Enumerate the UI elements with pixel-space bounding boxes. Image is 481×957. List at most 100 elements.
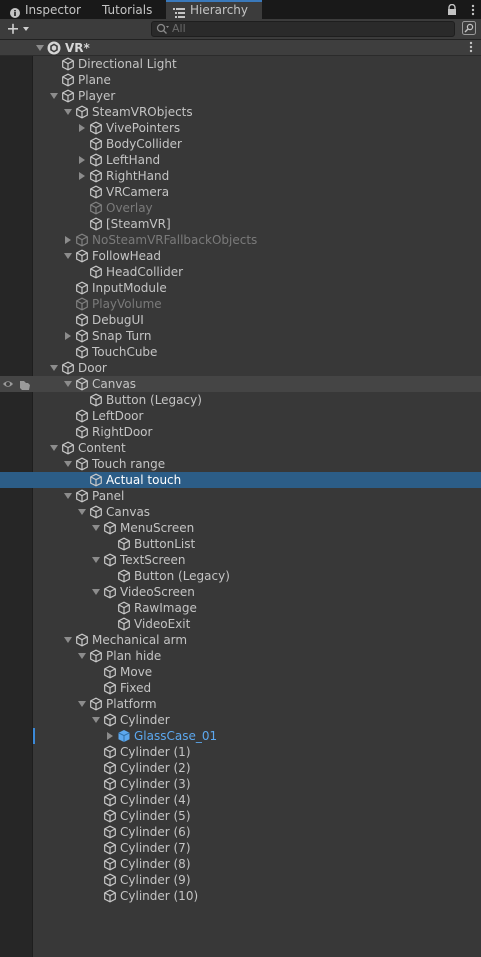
hierarchy-row-label: Plane bbox=[78, 73, 111, 87]
hierarchy-row[interactable]: VRCamera bbox=[0, 184, 481, 200]
hierarchy-row[interactable]: Cylinder bbox=[0, 712, 481, 728]
gameobject-cube-icon bbox=[89, 201, 103, 215]
hierarchy-row[interactable]: Canvas bbox=[0, 504, 481, 520]
search-field[interactable]: All bbox=[151, 21, 455, 37]
hierarchy-row-label: VRCamera bbox=[106, 185, 170, 199]
expand-arrow-icon[interactable] bbox=[36, 45, 44, 51]
gameobject-cube-icon bbox=[89, 697, 103, 711]
hierarchy-row[interactable]: Directional Light bbox=[0, 56, 481, 72]
hierarchy-row[interactable]: Plan hide bbox=[0, 648, 481, 664]
hierarchy-row[interactable]: BodyCollider bbox=[0, 136, 481, 152]
hierarchy-row[interactable]: Overlay bbox=[0, 200, 481, 216]
hierarchy-row[interactable]: VivePointers bbox=[0, 120, 481, 136]
scene-menu-icon[interactable] bbox=[469, 40, 473, 57]
hierarchy-row[interactable]: LeftHand bbox=[0, 152, 481, 168]
tab-hierarchy[interactable]: Hierarchy bbox=[166, 0, 262, 19]
hierarchy-row[interactable]: RawImage bbox=[0, 600, 481, 616]
collapse-arrow-icon[interactable] bbox=[64, 637, 72, 643]
hierarchy-row[interactable]: PlayVolume bbox=[0, 296, 481, 312]
hierarchy-row[interactable]: SteamVRObjects bbox=[0, 104, 481, 120]
scene-search-button[interactable] bbox=[462, 21, 476, 35]
hierarchy-row[interactable]: Cylinder (5) bbox=[0, 808, 481, 824]
hierarchy-row[interactable]: Move bbox=[0, 664, 481, 680]
hierarchy-row[interactable]: TouchCube bbox=[0, 344, 481, 360]
collapse-arrow-icon[interactable] bbox=[64, 461, 72, 467]
gameobject-cube-icon bbox=[103, 585, 117, 599]
hierarchy-row[interactable]: ButtonList bbox=[0, 536, 481, 552]
hierarchy-row[interactable]: [SteamVR] bbox=[0, 216, 481, 232]
hierarchy-row[interactable]: Touch range bbox=[0, 456, 481, 472]
hierarchy-row[interactable]: Cylinder (10) bbox=[0, 888, 481, 904]
expand-arrow-icon[interactable] bbox=[107, 732, 113, 740]
hierarchy-row[interactable]: TextScreen bbox=[0, 552, 481, 568]
expand-arrow-icon[interactable] bbox=[79, 124, 85, 132]
expand-arrow-icon[interactable] bbox=[79, 156, 85, 164]
collapse-arrow-icon[interactable] bbox=[92, 557, 100, 563]
collapse-arrow-icon[interactable] bbox=[78, 509, 86, 515]
hierarchy-row[interactable]: Plane bbox=[0, 72, 481, 88]
collapse-arrow-icon[interactable] bbox=[78, 701, 86, 707]
collapse-arrow-icon[interactable] bbox=[92, 525, 100, 531]
hierarchy-row[interactable]: RightDoor bbox=[0, 424, 481, 440]
collapse-arrow-icon[interactable] bbox=[50, 93, 58, 99]
pick-hand-icon[interactable] bbox=[20, 381, 30, 390]
hierarchy-row[interactable]: InputModule bbox=[0, 280, 481, 296]
collapse-arrow-icon[interactable] bbox=[50, 365, 58, 371]
hierarchy-row[interactable]: Snap Turn bbox=[0, 328, 481, 344]
collapse-arrow-icon[interactable] bbox=[92, 589, 100, 595]
hierarchy-row[interactable]: Cylinder (3) bbox=[0, 776, 481, 792]
hierarchy-row[interactable]: Fixed bbox=[0, 680, 481, 696]
collapse-arrow-icon[interactable] bbox=[64, 109, 72, 115]
hierarchy-row[interactable]: Door bbox=[0, 360, 481, 376]
hierarchy-row[interactable]: Cylinder (4) bbox=[0, 792, 481, 808]
hierarchy-row[interactable]: Button (Legacy) bbox=[0, 568, 481, 584]
gameobject-cube-icon bbox=[89, 137, 103, 151]
hierarchy-row[interactable]: Mechanical arm bbox=[0, 632, 481, 648]
hierarchy-row[interactable]: GlassCase_01 bbox=[0, 728, 481, 744]
hierarchy-row[interactable]: MenuScreen bbox=[0, 520, 481, 536]
hierarchy-row-label: NoSteamVRFallbackObjects bbox=[92, 233, 258, 247]
hierarchy-row[interactable]: VideoExit bbox=[0, 616, 481, 632]
hierarchy-row[interactable]: FollowHead bbox=[0, 248, 481, 264]
gameobject-cube-icon bbox=[117, 617, 131, 631]
collapse-arrow-icon[interactable] bbox=[64, 253, 72, 259]
expand-arrow-icon[interactable] bbox=[79, 172, 85, 180]
scene-root-row[interactable]: VR* bbox=[0, 40, 481, 56]
hierarchy-row[interactable]: Platform bbox=[0, 696, 481, 712]
hierarchy-row[interactable]: Cylinder (8) bbox=[0, 856, 481, 872]
hierarchy-row[interactable]: RightHand bbox=[0, 168, 481, 184]
tab-tutorials[interactable]: Tutorials bbox=[90, 0, 166, 19]
gameobject-cube-icon bbox=[75, 249, 89, 263]
gameobject-cube-icon bbox=[89, 393, 103, 407]
gameobject-cube-icon bbox=[75, 281, 89, 295]
hierarchy-row-label: TextScreen bbox=[120, 553, 186, 567]
collapse-arrow-icon[interactable] bbox=[50, 445, 58, 451]
hierarchy-row[interactable]: Cylinder (7) bbox=[0, 840, 481, 856]
collapse-arrow-icon[interactable] bbox=[64, 493, 72, 499]
hierarchy-row[interactable]: Cylinder (2) bbox=[0, 760, 481, 776]
tab-inspector[interactable]: Inspector bbox=[0, 0, 90, 19]
hierarchy-row-label: Platform bbox=[106, 697, 157, 711]
hierarchy-row[interactable]: NoSteamVRFallbackObjects bbox=[0, 232, 481, 248]
expand-arrow-icon[interactable] bbox=[65, 332, 71, 340]
hierarchy-row[interactable]: HeadCollider bbox=[0, 264, 481, 280]
collapse-arrow-icon[interactable] bbox=[64, 381, 72, 387]
hierarchy-row[interactable]: Player bbox=[0, 88, 481, 104]
hierarchy-row[interactable]: Actual touch bbox=[0, 472, 481, 488]
hierarchy-row[interactable]: Cylinder (9) bbox=[0, 872, 481, 888]
expand-arrow-icon[interactable] bbox=[65, 236, 71, 244]
gameobject-cube-icon bbox=[61, 441, 75, 455]
hierarchy-row[interactable]: VideoScreen bbox=[0, 584, 481, 600]
collapse-arrow-icon[interactable] bbox=[92, 717, 100, 723]
hierarchy-row[interactable]: Cylinder (1) bbox=[0, 744, 481, 760]
collapse-arrow-icon[interactable] bbox=[78, 653, 86, 659]
hierarchy-row[interactable]: Button (Legacy) bbox=[0, 392, 481, 408]
hierarchy-row[interactable]: Content bbox=[0, 440, 481, 456]
create-button[interactable] bbox=[6, 20, 34, 38]
hierarchy-row[interactable]: Panel bbox=[0, 488, 481, 504]
eye-icon[interactable] bbox=[3, 381, 13, 387]
hierarchy-row[interactable]: DebugUI bbox=[0, 312, 481, 328]
hierarchy-row[interactable]: Canvas bbox=[0, 376, 481, 392]
hierarchy-row[interactable]: LeftDoor bbox=[0, 408, 481, 424]
hierarchy-row[interactable]: Cylinder (6) bbox=[0, 824, 481, 840]
